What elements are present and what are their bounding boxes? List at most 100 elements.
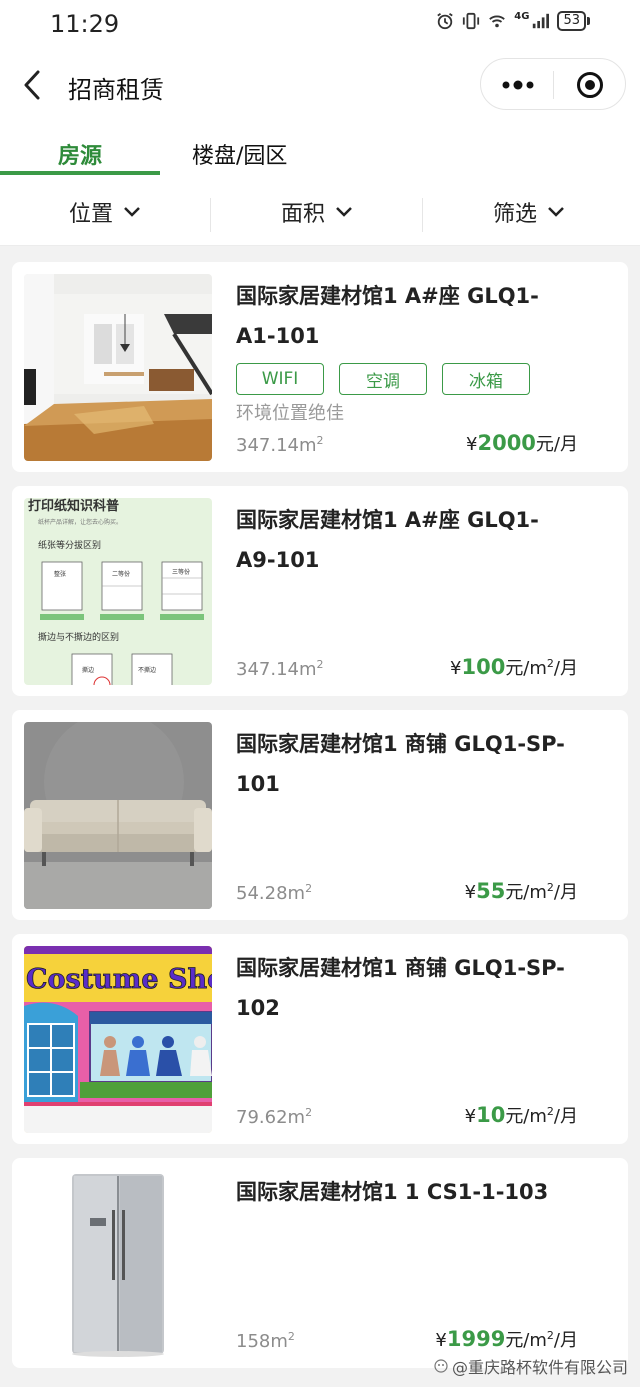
price-unit-sup: 2 [546,657,554,670]
back-arrow-icon[interactable] [18,67,48,103]
vibrate-icon [463,12,480,30]
infographic-label: 不撕边 [138,666,156,674]
miniapp-capsule [480,58,626,110]
listing-card[interactable]: Costume Sho 国际家居建材馆1 商铺 GLQ1-SP-102 79.6… [12,934,628,1144]
infographic-subtitle: 纸杯产品详解，让您去心购买。 [38,518,122,526]
price-unit: 元/m [505,1330,547,1351]
feature-tag: WIFI [236,363,324,395]
area-unit-sup: 2 [316,658,324,671]
status-icons: 4G 53 [436,11,590,31]
listing-card[interactable]: 打印纸知识科普 纸杯产品详解，让您去心购买。 纸张等分拔区别 整张 二等份 三等… [12,486,628,696]
listing-area: 158m2 [236,1330,295,1352]
filter-area-label: 面积 [280,202,325,227]
area-value: 79.62m [236,1107,306,1128]
filter-location[interactable]: 位置 [0,178,210,246]
price-amount: 100 [461,655,506,679]
listing-card[interactable]: 国际家居建材馆1 A#座 GLQ1-A1-101 WIFI 空调 冰箱 环境位置… [12,262,628,472]
infographic-label: 三等份 [172,568,190,576]
filter-divider [422,198,423,232]
chevron-down-icon [548,207,564,217]
price-unit-sup: 2 [546,881,554,894]
infographic-section1: 纸张等分拔区别 [38,539,101,551]
price-unit: 元/m [505,1106,547,1127]
listing-price: ¥55元/m2/月 [465,878,578,904]
feature-tags: WIFI 空调 冰箱 [236,363,530,395]
wifi-icon [489,15,506,28]
infographic-section2: 撕边与不撕边的区别 [38,631,119,643]
listing-area: 79.62m2 [236,1106,312,1128]
area-unit-sup: 2 [316,434,324,447]
filter-area[interactable]: 面积 [212,178,422,246]
feature-tag: 冰箱 [442,363,530,395]
area-value: 347.14m [236,435,317,456]
interior-photo [24,274,212,461]
listing-area: 347.14m2 [236,658,324,680]
listing-photo: 打印纸知识科普 纸杯产品详解，让您去心购买。 纸张等分拔区别 整张 二等份 三等… [24,498,212,685]
price-currency: ¥ [466,434,478,455]
listing-card[interactable]: 国际家居建材馆1 1 CS1-1-103 158m2 ¥1999元/m2/月 [12,1158,628,1368]
chevron-down-icon [336,207,352,217]
price-unit: 元 [535,434,554,455]
filter-more-label: 筛选 [492,202,537,227]
listing-price: ¥2000元/月 [466,430,578,456]
watermark: @重庆路杯软件有限公司 [434,1354,628,1378]
infographic-heading: 打印纸知识科普 [28,498,119,514]
tab-buildings-parks[interactable]: 楼盘/园区 [192,138,287,170]
shop-sign-text: Costume Sho [26,964,212,995]
price-currency: ¥ [450,658,462,679]
status-bar: 11:29 4G 53 [0,0,640,50]
costume-shop-illustration: Costume Sho [24,946,212,1133]
battery-icon: 53 [557,11,590,31]
infographic-label: 撕边 [82,666,94,674]
area-value: 347.14m [236,659,317,680]
status-time: 11:29 [50,10,120,38]
price-currency: ¥ [464,882,477,903]
area-unit-sup: 2 [305,882,313,895]
price-amount: 1999 [446,1327,506,1351]
more-icon[interactable] [498,71,538,99]
capsule-divider [553,71,554,99]
price-period: /月 [553,434,578,455]
chevron-down-icon [124,207,140,217]
tab-bar: 房源 楼盘/园区 [0,120,640,178]
close-miniapp-icon[interactable] [576,71,604,99]
network-label: 4G [514,11,530,22]
area-unit-sup: 2 [305,1106,313,1119]
nav-bar: 招商租赁 [0,50,640,120]
tab-listings[interactable]: 房源 [58,138,102,170]
battery-tip [587,17,590,25]
listing-card[interactable]: 国际家居建材馆1 商铺 GLQ1-SP-101 54.28m2 ¥55元/m2/… [12,710,628,920]
area-value: 158m [236,1331,288,1352]
price-period: /月 [553,1330,578,1351]
listing-area: 347.14m2 [236,434,324,456]
listing-photo: Costume Sho [24,946,212,1133]
refrigerator-photo [24,1170,212,1357]
listing-price: ¥10元/m2/月 [465,1102,578,1128]
listing-photo [24,722,212,909]
price-period: /月 [553,658,578,679]
listing-title: 国际家居建材馆1 A#座 GLQ1-A1-101 [236,284,539,348]
listing-photo [24,274,212,461]
filter-bar: 位置 面积 筛选 [0,178,640,246]
price-unit-sup: 2 [546,1105,554,1118]
listing-description: 环境位置绝佳 [236,403,344,424]
price-unit: 元/m [505,658,547,679]
watermark-text: @重庆路杯软件有限公司 [451,1358,628,1377]
filter-more[interactable]: 筛选 [424,178,634,246]
price-unit: 元/m [505,882,547,903]
listing-title: 国际家居建材馆1 商铺 GLQ1-SP-102 [236,956,565,1020]
price-period: /月 [553,1106,578,1127]
feature-tag: 空调 [339,363,427,395]
listing-area: 54.28m2 [236,882,312,904]
price-period: /月 [553,882,578,903]
listing-title: 国际家居建材馆1 A#座 GLQ1-A9-101 [236,508,539,572]
infographic-label: 二等份 [112,570,130,578]
price-amount: 2000 [477,431,536,455]
price-unit-sup: 2 [546,1329,554,1342]
price-amount: 55 [476,879,506,903]
area-unit-sup: 2 [287,1330,295,1343]
listing-title: 国际家居建材馆1 1 CS1-1-103 [236,1180,549,1204]
listing-price: ¥100元/m2/月 [450,654,578,680]
listing-title: 国际家居建材馆1 商铺 GLQ1-SP-101 [236,732,565,796]
sofa-photo [24,722,212,909]
